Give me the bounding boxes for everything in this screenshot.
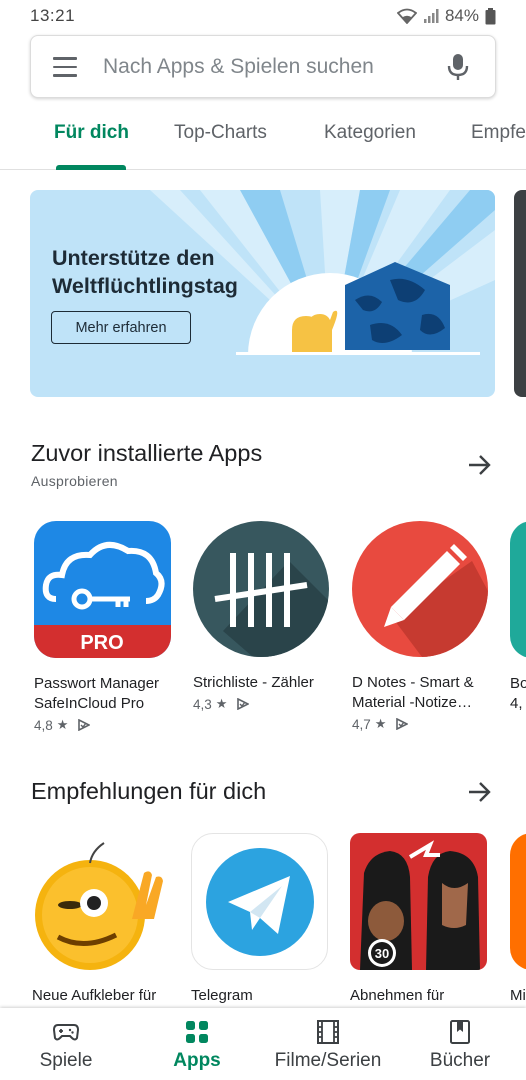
cloud-key-icon: PRO (34, 521, 171, 658)
status-time: 13:21 (30, 6, 76, 25)
app-card[interactable]: Strichliste - Zähler 4,3 ★ (193, 521, 343, 712)
promo-banner[interactable]: Unterstütze den Weltflüchtlingstag Mehr … (30, 190, 495, 397)
paper-plane-icon (191, 833, 328, 970)
installed-badge-icon (237, 698, 250, 710)
rating-value: 4,3 (193, 696, 212, 712)
gamepad-icon (53, 1024, 79, 1041)
apps-grid-icon (186, 1021, 208, 1043)
nav-buecher[interactable]: Bücher (395, 1008, 525, 1080)
nav-spiele[interactable]: Spiele (1, 1008, 131, 1080)
active-tab-indicator (56, 165, 126, 170)
bookmark-icon (450, 1020, 470, 1044)
tab-empfehlungen[interactable]: Empfe (471, 122, 526, 144)
app-rating: 4,3 ★ (193, 696, 343, 712)
app-name: Mi (510, 987, 526, 1004)
rating-value: 4,8 (34, 717, 53, 733)
section-subtitle: Ausprobieren (31, 473, 118, 489)
svg-text:PRO: PRO (80, 632, 123, 654)
arrow-right-icon[interactable] (467, 452, 493, 478)
app-name: Neue Aufkleber für (32, 987, 157, 1004)
tab-top-charts[interactable]: Top-Charts (174, 122, 267, 144)
app-name: Strichliste - Zähler (193, 674, 314, 691)
svg-text:30: 30 (375, 946, 389, 961)
installed-badge-icon (78, 719, 91, 731)
section-title: Empfehlungen für dich (31, 778, 267, 804)
app-card[interactable]: Mi (510, 833, 526, 1006)
emoji-sticker-icon (32, 833, 169, 970)
nav-label: Spiele (39, 1050, 93, 1071)
tab-kategorien[interactable]: Kategorien (324, 122, 416, 144)
app-card[interactable]: 30 Abnehmen für (350, 833, 500, 1006)
nav-label: Apps (173, 1050, 221, 1071)
section-title: Zuvor installierte Apps (31, 440, 263, 466)
nav-label: Bücher (429, 1050, 491, 1071)
bottom-navigation: Spiele Apps Filme/Serien Bücher (0, 1008, 526, 1080)
battery-icon (485, 7, 496, 24)
learn-more-button[interactable]: Mehr erfahren (51, 311, 191, 344)
tab-bar: Für dich Top-Charts Kategorien Empfe (0, 110, 526, 170)
film-icon (317, 1020, 339, 1044)
nav-filme-serien[interactable]: Filme/Serien (263, 1008, 393, 1080)
tally-marks-icon (193, 521, 329, 657)
search-bar[interactable]: Nach Apps & Spielen suchen (30, 35, 496, 98)
app-card[interactable]: Telegram (191, 833, 341, 1006)
next-banner-peek[interactable] (514, 190, 526, 397)
app-name: Bo (510, 675, 526, 692)
app-name-line2: Material -Notize… (352, 694, 473, 711)
pencil-icon (352, 521, 488, 657)
app-name-line2: SafeInCloud Pro (34, 695, 145, 712)
tab-fuer-dich[interactable]: Für dich (54, 122, 129, 144)
partial-app-icon (510, 833, 526, 970)
star-icon: ★ (374, 716, 387, 731)
app-name: Abnehmen für (350, 987, 445, 1004)
app-name: Passwort Manager (34, 675, 160, 692)
battery-percent: 84% (444, 6, 479, 25)
app-card[interactable]: Bo 4, (510, 521, 526, 714)
app-card[interactable]: D Notes - Smart & Material -Notize… 4,7 … (352, 521, 502, 732)
star-icon: ★ (215, 696, 228, 711)
installed-badge-icon (396, 718, 409, 730)
fitness-icon: 30 (350, 833, 487, 970)
banner-title: Unterstütze den Weltflüchtlingstag (52, 246, 238, 298)
app-rating: 4, (510, 695, 523, 712)
star-icon: ★ (56, 717, 69, 732)
signal-icon (423, 9, 439, 23)
app-rating: 4,8 ★ (34, 717, 184, 733)
arrow-right-icon[interactable] (467, 779, 493, 805)
nav-apps[interactable]: Apps (132, 1008, 262, 1080)
hamburger-menu-icon[interactable] (53, 56, 79, 78)
search-input[interactable]: Nach Apps & Spielen suchen (103, 55, 374, 79)
microphone-icon[interactable] (447, 53, 469, 81)
rating-value: 4,7 (352, 716, 371, 732)
app-card[interactable]: Neue Aufkleber für (32, 833, 182, 1006)
app-rating: 4,7 ★ (352, 716, 502, 732)
nav-label: Filme/Serien (274, 1050, 382, 1071)
wifi-icon (396, 8, 417, 24)
partial-app-icon (510, 521, 526, 658)
app-name: Telegram (191, 987, 253, 1004)
app-card[interactable]: PRO Passwort Manager SafeInCloud Pro 4,8… (34, 521, 184, 733)
status-bar: 13:21 84% (0, 0, 526, 32)
app-name: D Notes - Smart & (352, 674, 474, 691)
